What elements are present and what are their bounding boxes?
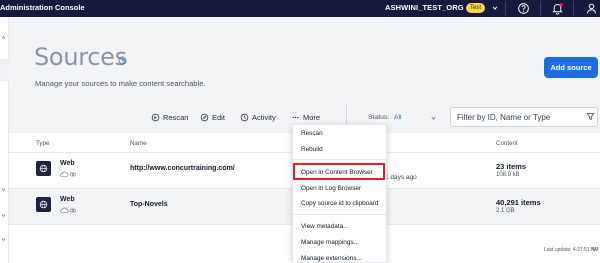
refresh-icon: [151, 113, 160, 122]
source-activity: 1 days ago: [385, 174, 417, 181]
chevron-down-icon[interactable]: [1, 187, 6, 192]
source-type: Web: [60, 196, 75, 203]
filter-icon[interactable]: [586, 112, 595, 121]
menu-divider: [293, 159, 388, 160]
user-icon[interactable]: [585, 2, 598, 15]
chevron-down-icon[interactable]: [1, 213, 6, 218]
help-icon[interactable]: [517, 2, 530, 15]
source-name[interactable]: Top-Novels: [130, 201, 168, 208]
more-label: More: [303, 113, 321, 122]
top-bar: Administration Console ASHWINI_TEST_ORG …: [0, 0, 600, 17]
app-title: Administration Console: [0, 3, 85, 12]
environment-badge: Test: [466, 3, 485, 13]
source-type: Web: [60, 160, 75, 167]
ellipsis-icon: [292, 116, 299, 119]
page-title: Sources: [34, 43, 127, 71]
filter-input[interactable]: [450, 107, 598, 127]
menu-item-rebuild[interactable]: Rebuild: [301, 146, 323, 153]
source-name[interactable]: http://www.concurtraining.com/: [130, 165, 235, 172]
edit-icon: [200, 113, 209, 122]
org-name[interactable]: ASHWINI_TEST_ORG: [385, 3, 464, 12]
add-source-button[interactable]: Add source: [544, 57, 598, 78]
divider: [540, 1, 541, 16]
notification-icon[interactable]: [551, 2, 564, 15]
chevron-up-icon[interactable]: [1, 35, 6, 40]
column-header-content[interactable]: Content: [496, 140, 518, 147]
menu-item-manage-extensions[interactable]: Manage extensions...: [301, 255, 362, 262]
activity-label: Activity: [252, 113, 276, 122]
column-header-type[interactable]: Type: [36, 140, 49, 147]
activity-icon: [240, 113, 249, 122]
rescan-label: Rescan: [163, 113, 189, 122]
left-nav-rail: [0, 17, 9, 263]
menu-item-view-metadata[interactable]: View metadata...: [301, 223, 348, 230]
divider: [573, 1, 574, 16]
status-value[interactable]: All: [394, 114, 402, 121]
chevron-down-icon[interactable]: [492, 5, 498, 11]
help-icon[interactable]: [118, 56, 127, 65]
menu-item-open-log-browser[interactable]: Open in Log Browser: [301, 185, 361, 192]
cloud-icon: [60, 207, 76, 213]
status-label: Status:: [368, 114, 390, 121]
column-header-name[interactable]: Name: [130, 140, 147, 147]
rescan-button[interactable]: Rescan: [151, 113, 188, 122]
globe-icon: [36, 161, 51, 176]
menu-divider: [293, 214, 388, 215]
globe-icon: [36, 197, 51, 212]
content-size: 108.9 kB: [496, 172, 520, 178]
menu-item-manage-mappings[interactable]: Manage mappings...: [301, 239, 359, 246]
chevron-down-icon[interactable]: [430, 115, 437, 121]
more-button[interactable]: More: [291, 113, 320, 122]
page-subtitle: Manage your sources to make content sear…: [35, 79, 206, 88]
menu-item-rescan[interactable]: Rescan: [301, 130, 323, 137]
content-count: 40,291 items: [496, 198, 541, 207]
highlight-box: [293, 163, 385, 180]
chevron-down-icon[interactable]: [590, 245, 598, 253]
divider: [505, 1, 506, 16]
chevron-down-icon[interactable]: [1, 237, 6, 242]
activity-button[interactable]: Activity: [240, 113, 276, 122]
menu-item-copy-source-id[interactable]: Copy source id to clipboard: [301, 200, 378, 207]
edit-button[interactable]: Edit: [200, 113, 225, 122]
content-size: 2.1 GB: [496, 208, 515, 214]
nav-item-active[interactable]: [0, 59, 9, 81]
edit-label: Edit: [212, 113, 225, 122]
cloud-icon: [60, 171, 76, 177]
more-menu: Rescan Rebuild Open in Content Browser O…: [292, 124, 388, 263]
content-count: 23 items: [496, 162, 527, 171]
